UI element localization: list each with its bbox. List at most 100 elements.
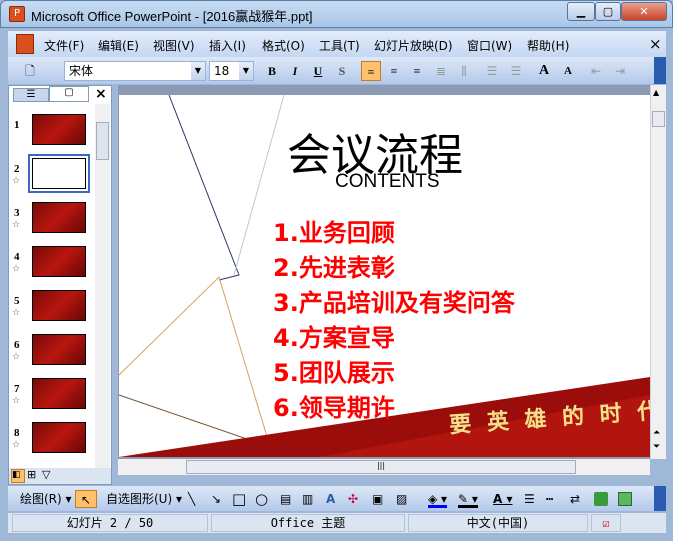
scrollbar-thumb[interactable] [652,111,665,127]
font-name-value: 宋体 [69,64,94,78]
animation-star-icon: ☆ [12,352,21,362]
font-color-icon[interactable]: A ▾ [493,490,513,508]
slides-tab[interactable]: ▢ [49,86,89,102]
language: 中文(中国) [408,514,588,532]
font-size-value: 18 [214,64,230,78]
close-pane-button[interactable]: × [95,86,107,102]
document-icon[interactable] [16,34,34,54]
slide-thumbnail[interactable] [32,422,86,453]
slideshow-icon[interactable]: ▽ [42,468,50,481]
italic-button[interactable]: I [285,61,305,81]
formatting-toolbar: 🗋 宋体 ▼ 18 ▼ B I U S ≡ ≡ ≡ ≣ ⫼ ☰ ☰ A A ⇤ ⇥ [8,57,666,84]
menu-view[interactable]: 视图(V) [153,37,195,54]
text-direction-button[interactable]: ⫼ [454,61,474,81]
arrow-style-icon[interactable]: ⇄ [570,490,580,508]
arrow-icon[interactable]: ↘ [211,490,221,508]
draw-label: 绘图(R) [20,492,62,506]
vertical-scrollbar[interactable]: ▲ ⏶ ⏷ [650,85,666,459]
slide-thumbnail[interactable] [32,202,86,233]
toolbar-options-button[interactable] [654,486,666,511]
chevron-down-icon[interactable]: ▼ [239,62,253,80]
slide-sorter-icon[interactable]: ⊞ [27,468,36,481]
agenda-item: 3.产品培训及有奖问答 [273,289,515,317]
slide-number: 3 [14,207,20,219]
clipart-icon[interactable]: ▣ [372,490,383,508]
distribute-button[interactable]: ≣ [431,61,451,81]
3d-style-icon[interactable] [618,492,632,506]
diagram-icon[interactable]: ✣ [348,490,358,508]
new-file-icon[interactable]: 🗋 [20,61,40,81]
maximize-button[interactable]: ▢ [595,2,621,21]
horizontal-scrollbar[interactable]: ||| [118,459,650,475]
agenda-item: 2.先进表彰 [273,254,395,282]
slide-thumbnail[interactable] [32,378,86,409]
theme-name: Office 主题 [211,514,405,532]
next-slide-button[interactable]: ⏷ [653,442,660,452]
slide-thumbnail[interactable] [32,290,86,321]
minimize-button[interactable]: ▁ [567,2,595,21]
scrollbar-thumb[interactable]: ||| [186,460,576,474]
picture-icon[interactable]: ▨ [396,490,407,508]
spelling-check-icon[interactable]: ☑ [591,514,621,532]
rectangle-icon[interactable]: □ [232,490,246,508]
autoshapes-label: 自选图形(U) [106,492,173,506]
slide-thumbnail[interactable] [32,334,86,365]
slide-thumbnail[interactable] [32,246,86,277]
scrollbar-thumb[interactable] [96,122,109,160]
menu-tools[interactable]: 工具(T) [319,37,360,54]
menu-insert[interactable]: 插入(I) [209,37,246,54]
fill-color-icon[interactable]: ◈ ▾ [428,490,448,508]
toolbar-options-button[interactable] [654,57,666,84]
menu-help[interactable]: 帮助(H) [527,37,569,54]
window-title: Microsoft Office PowerPoint - [2016赢战猴年.… [31,9,313,24]
underline-button[interactable]: U [308,61,328,81]
textbox-icon[interactable]: ▤ [280,490,291,508]
decrease-font-button[interactable]: A [558,61,578,81]
status-bar: 幻灯片 2 / 50 Office 主题 中文(中国) ☑ [8,513,666,533]
menu-window[interactable]: 窗口(W) [467,37,512,54]
vertical-textbox-icon[interactable]: ▥ [302,490,313,508]
align-center-button[interactable]: ≡ [384,61,404,81]
slide-number: 1 [14,119,20,131]
dash-style-icon[interactable]: ┅ [546,490,553,508]
normal-view-icon[interactable]: ◧ [11,469,25,483]
autoshapes-menu-button[interactable]: 自选图形(U) ▾ [106,490,182,508]
close-button[interactable]: ✕ [621,2,667,21]
increase-font-button[interactable]: A [534,61,554,81]
oval-icon[interactable]: ○ [255,490,268,508]
line-icon[interactable]: ╲ [188,490,195,508]
scroll-up-icon[interactable]: ▲ [653,88,659,97]
menu-slideshow[interactable]: 幻灯片放映(D) [374,37,453,54]
increase-indent-button[interactable]: ⇥ [610,61,630,81]
wordart-icon[interactable]: A [326,490,335,508]
decrease-indent-button[interactable]: ⇤ [586,61,606,81]
font-size-select[interactable]: 18 ▼ [209,61,254,81]
thumbnails-scrollbar[interactable] [95,104,110,468]
draw-menu-button[interactable]: 绘图(R) ▾ [20,490,72,508]
select-pointer-icon[interactable]: ↖ [75,490,97,508]
chevron-down-icon[interactable]: ▼ [191,62,205,80]
slide-number: 5 [14,295,20,307]
menu-edit[interactable]: 编辑(E) [98,37,139,54]
shadow-button[interactable]: S [332,61,352,81]
agenda-item: 5.团队展示 [273,359,395,387]
slide-thumbnail[interactable] [28,154,90,193]
slide-editor: 要 英 雄 的 时 代 会议流程 CONTENTS 1.业务回顾 2.先进表彰 3.… [118,85,650,459]
menu-file[interactable]: 文件(F) [44,37,84,54]
outline-tab[interactable]: ☰ [13,88,49,102]
align-right-button[interactable]: ≡ [407,61,427,81]
shadow-style-icon[interactable] [594,492,608,506]
menu-format[interactable]: 格式(O) [262,37,305,54]
numbering-button[interactable]: ☰ [482,61,502,81]
slide-thumbnail[interactable] [32,114,86,145]
close-document-button[interactable]: × [649,35,662,53]
previous-slide-button[interactable]: ⏶ [653,428,660,438]
bullets-button[interactable]: ☰ [506,61,526,81]
powerpoint-app-icon[interactable]: P [9,6,25,22]
line-style-icon[interactable]: ☰ [524,490,535,508]
line-color-icon[interactable]: ✎ ▾ [458,490,478,508]
bold-button[interactable]: B [262,61,282,81]
font-name-select[interactable]: 宋体 ▼ [64,61,206,81]
align-left-button[interactable]: ≡ [361,61,381,81]
slide-canvas[interactable]: 要 英 雄 的 时 代 会议流程 CONTENTS 1.业务回顾 2.先进表彰 3.… [119,95,650,457]
